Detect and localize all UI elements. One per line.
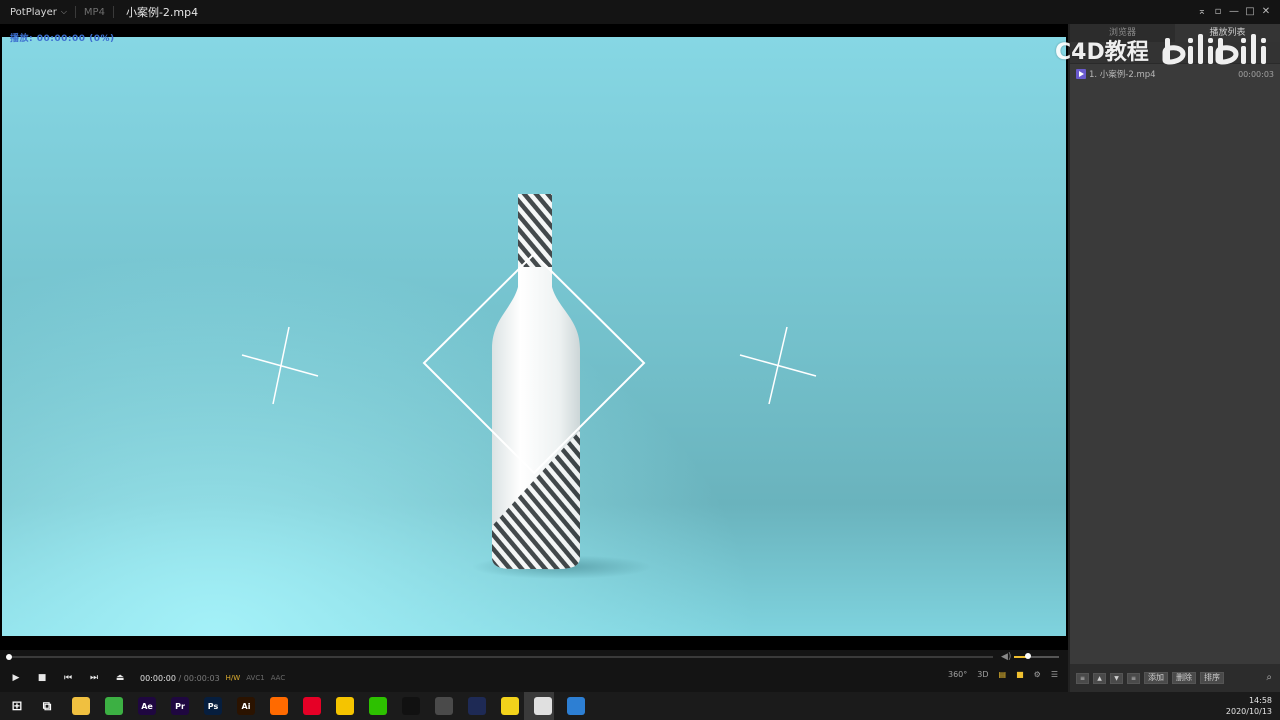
calculator-icon[interactable] [435, 697, 453, 715]
panel-toolbar: ≡ ▲ ▼ ≡ 添加 删除 排序 ⌕ [1070, 664, 1280, 692]
app-name-label: PotPlayer [10, 6, 57, 18]
format-label: MP4 [83, 6, 105, 18]
pin-icon[interactable]: ⌅ [1194, 4, 1210, 20]
task-view-icon[interactable]: ⧉ [38, 697, 56, 715]
file-explorer-icon[interactable] [72, 697, 90, 715]
windows-start-icon[interactable]: ⊞ [8, 697, 26, 715]
file-title: 小案例-2.mp4 [125, 6, 199, 19]
yellow-app-icon[interactable] [336, 697, 354, 715]
green-app-icon[interactable] [105, 697, 123, 715]
minimize-button[interactable]: — [1226, 4, 1242, 20]
move-up-button[interactable]: ▲ [1093, 672, 1106, 684]
video-codec-badge[interactable]: AVC1 [246, 674, 264, 682]
title-bar: PotPlayer ⌵ MP4 小案例-2.mp4 ⌅ ▫ — □ ✕ [0, 0, 1280, 24]
sort-button[interactable]: 排序 [1200, 672, 1224, 684]
seek-bar[interactable] [8, 656, 993, 658]
eject-button[interactable]: ⏏ [110, 668, 130, 688]
app-menu-button[interactable]: PotPlayer ⌵ [0, 7, 67, 18]
next-button[interactable]: ⏭ [84, 668, 104, 688]
video-frame[interactable] [2, 37, 1066, 636]
playlist-panel: 浏览器 播放列表 1. 小案例-2.mp4 00:00:03 ≡ ▲ ▼ ≡ 添… [1068, 24, 1280, 692]
illustrator-icon[interactable]: Ai [237, 697, 255, 715]
audio-codec-badge[interactable]: AAC [271, 674, 286, 682]
close-button[interactable]: ✕ [1258, 4, 1274, 20]
3d-button[interactable]: 3D [977, 670, 988, 679]
system-clock[interactable]: 14:58 2020/10/13 [1226, 695, 1272, 717]
playback-controls: ▶ ■ ⏮ ⏭ ⏏ 00:00:00 / 00:00:03 H/W AVC1 A… [0, 664, 1068, 692]
add-button[interactable]: 添加 [1144, 672, 1168, 684]
seek-row: ◀) [0, 650, 1068, 664]
divider [74, 6, 76, 18]
volume-handle[interactable] [1024, 653, 1031, 659]
taskbar: ⊞ ⧉ Ae Pr Ps Ai 14:58 2020/10/13 [0, 692, 1280, 720]
cinema4d-icon[interactable] [468, 697, 486, 715]
vr-360-button[interactable]: 360° [948, 670, 967, 679]
divider [112, 6, 114, 18]
wechat-icon[interactable] [369, 697, 387, 715]
clock-date: 2020/10/13 [1225, 707, 1272, 716]
right-controls: 360° 3D ▤ ■ ⚙ ☰ [948, 670, 1058, 679]
total-time: 00:00:03 [183, 673, 220, 683]
hw-decode-badge[interactable]: H/W [226, 674, 241, 682]
volume-slider[interactable] [1014, 653, 1059, 659]
video-scene [241, 194, 817, 579]
bilibili-logo-icon [1162, 34, 1266, 65]
chapter-search-icon[interactable]: ▤ [999, 670, 1007, 679]
photoshop-icon[interactable]: Ps [204, 697, 222, 715]
window-controls: ⌅ ▫ — □ ✕ [1194, 4, 1274, 20]
clock-time: 14:58 [1248, 696, 1272, 705]
move-down-button[interactable]: ▼ [1110, 672, 1123, 684]
chevron-down-icon: ⌵ [60, 7, 67, 16]
premiere-icon[interactable]: Pr [171, 697, 189, 715]
gear-icon[interactable]: ⚙ [1034, 670, 1041, 679]
watermark: C4D教程 [1053, 22, 1273, 72]
potplayer-icon[interactable] [534, 697, 552, 715]
play-button[interactable]: ▶ [6, 668, 26, 688]
search-app-icon[interactable] [270, 697, 288, 715]
seek-handle[interactable] [6, 654, 12, 660]
watermark-text: C4D教程 [1055, 40, 1149, 65]
capture-icon[interactable]: ■ [1016, 670, 1024, 679]
qq-icon[interactable] [402, 697, 420, 715]
delete-button[interactable]: 删除 [1172, 672, 1196, 684]
netease-music-icon[interactable] [303, 697, 321, 715]
previous-button[interactable]: ⏮ [58, 668, 78, 688]
move-bottom-button[interactable]: ≡ [1127, 672, 1140, 684]
after-effects-icon[interactable]: Ae [138, 697, 156, 715]
volume-icon[interactable]: ◀) [1001, 652, 1011, 662]
osd-status-text: 播放: 00:00:00 (0%) [10, 34, 115, 44]
photos-icon[interactable] [567, 697, 585, 715]
time-display: 00:00:00 / 00:00:03 [140, 673, 220, 683]
playlist-toggle-icon[interactable]: ☰ [1051, 670, 1058, 679]
current-time: 00:00:00 [140, 673, 176, 683]
stop-button[interactable]: ■ [32, 668, 52, 688]
video-area[interactable] [0, 24, 1068, 650]
notes-app-icon[interactable] [501, 697, 519, 715]
maximize-button[interactable]: □ [1242, 4, 1258, 20]
search-icon[interactable]: ⌕ [1266, 672, 1272, 683]
move-top-button[interactable]: ≡ [1076, 672, 1089, 684]
mini-mode-icon[interactable]: ▫ [1210, 4, 1226, 20]
